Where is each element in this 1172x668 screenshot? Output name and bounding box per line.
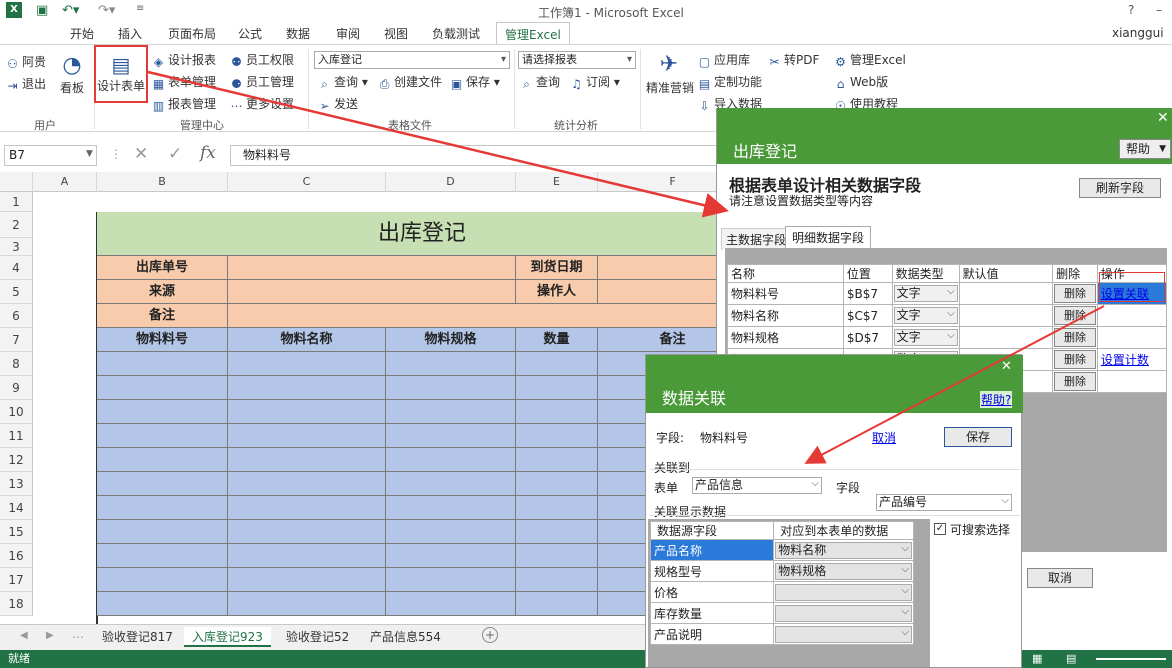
arrow-line: [147, 70, 729, 218]
arrow-line: [804, 305, 1105, 464]
annotation-arrows: [147, 70, 1105, 464]
